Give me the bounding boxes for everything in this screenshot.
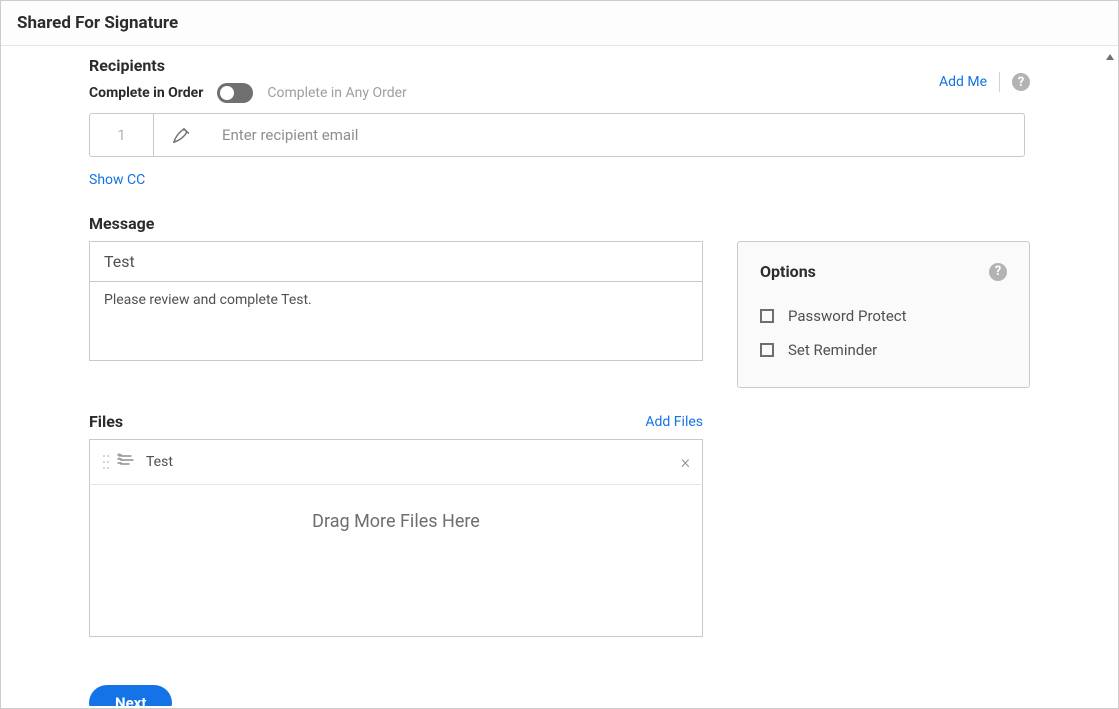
options-header: Options ? xyxy=(760,262,1007,281)
order-right-label: Complete in Any Order xyxy=(267,85,406,101)
message-title-input[interactable] xyxy=(89,241,703,281)
file-drop-zone[interactable]: Drag More Files Here xyxy=(89,485,703,637)
message-and-options: Options ? Password Protect Set Reminder xyxy=(89,241,1030,388)
window-header: Shared For Signature xyxy=(1,1,1118,46)
password-protect-label: Password Protect xyxy=(788,307,907,325)
message-body-input[interactable] xyxy=(89,281,703,361)
password-protect-option[interactable]: Password Protect xyxy=(760,299,1007,333)
checkbox-icon xyxy=(760,343,774,357)
recipient-number: 1 xyxy=(90,114,154,156)
recipient-email-wrap xyxy=(210,114,1024,156)
recipient-actions: Add Me ? xyxy=(939,72,1030,92)
next-button[interactable]: Next xyxy=(89,685,172,706)
drag-handle-icon[interactable]: T xyxy=(102,453,136,471)
help-icon[interactable]: ? xyxy=(1012,73,1030,91)
recipient-email-input[interactable] xyxy=(210,126,1024,144)
add-files-link[interactable]: Add Files xyxy=(645,414,703,430)
order-left-label: Complete in Order xyxy=(89,85,203,101)
drop-zone-label: Drag More Files Here xyxy=(312,511,480,532)
options-help-icon[interactable]: ? xyxy=(989,263,1007,281)
add-me-link[interactable]: Add Me xyxy=(939,74,987,90)
file-item-row[interactable]: T Test × xyxy=(89,439,703,485)
order-toggle[interactable] xyxy=(217,83,253,103)
file-name: Test xyxy=(146,454,681,470)
content-area: Recipients Complete in Order Complete in… xyxy=(1,46,1118,706)
remove-file-icon[interactable]: × xyxy=(681,452,690,473)
files-header: Files Add Files xyxy=(89,412,703,431)
message-left xyxy=(89,241,703,365)
options-title: Options xyxy=(760,262,816,281)
checkbox-icon xyxy=(760,309,774,323)
message-label: Message xyxy=(89,214,1030,233)
recipient-row: 1 xyxy=(89,113,1025,157)
content-scroll[interactable]: Recipients Complete in Order Complete in… xyxy=(1,46,1118,706)
recipients-label: Recipients xyxy=(89,56,1030,75)
set-reminder-option[interactable]: Set Reminder xyxy=(760,333,1007,367)
files-label: Files xyxy=(89,412,123,431)
show-cc-link[interactable]: Show CC xyxy=(89,172,145,188)
set-reminder-label: Set Reminder xyxy=(788,341,877,359)
order-toggle-row: Complete in Order Complete in Any Order xyxy=(89,83,1030,103)
page-title: Shared For Signature xyxy=(17,13,1102,33)
options-panel: Options ? Password Protect Set Reminder xyxy=(737,241,1030,388)
divider xyxy=(999,72,1000,92)
signer-role-icon[interactable] xyxy=(154,114,210,156)
